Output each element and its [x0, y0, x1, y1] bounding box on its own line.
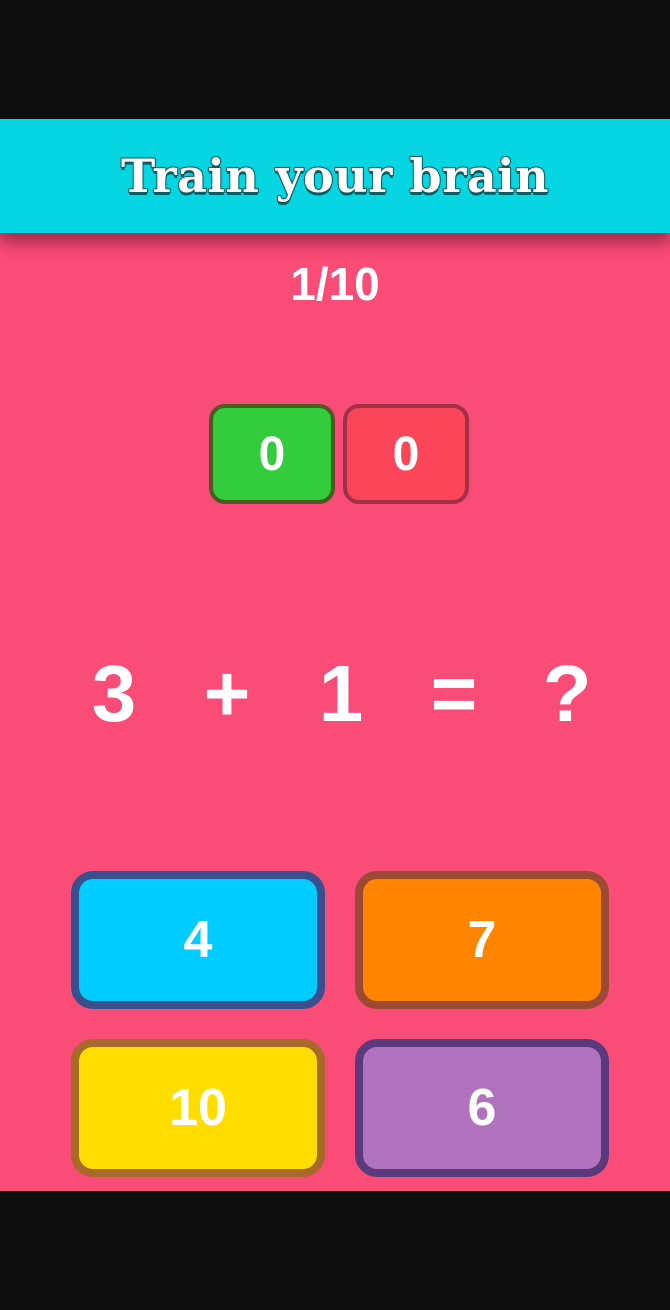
answer-button-3[interactable]: 10 — [71, 1039, 325, 1177]
answer-label: 10 — [169, 1079, 227, 1137]
screen-frame: Train your brain 1/10 0 0 3 + 1 = ? 4 7 … — [0, 0, 670, 1310]
header-bar: Train your brain — [0, 119, 670, 233]
right-operand: 1 — [318, 649, 364, 738]
correct-score-value: 0 — [258, 427, 286, 481]
answer-label: 4 — [183, 911, 213, 969]
game-title: Train your brain — [120, 148, 550, 204]
left-operand: 3 — [91, 649, 137, 738]
unknown-answer: ? — [542, 649, 592, 738]
answer-label: 6 — [467, 1079, 497, 1137]
wrong-score-badge: 0 — [343, 404, 469, 504]
equals-sign: = — [430, 649, 478, 738]
game-area: Train your brain 1/10 0 0 3 + 1 = ? 4 7 … — [0, 119, 670, 1191]
correct-score-badge: 0 — [209, 404, 335, 504]
operator: + — [203, 649, 251, 738]
answer-button-1[interactable]: 4 — [71, 871, 325, 1009]
question-progress: 1/10 — [290, 258, 380, 310]
answer-label: 7 — [467, 911, 497, 969]
equation: 3 + 1 = ? — [0, 649, 670, 739]
wrong-score-value: 0 — [392, 427, 420, 481]
answer-button-2[interactable]: 7 — [355, 871, 609, 1009]
answer-button-4[interactable]: 6 — [355, 1039, 609, 1177]
